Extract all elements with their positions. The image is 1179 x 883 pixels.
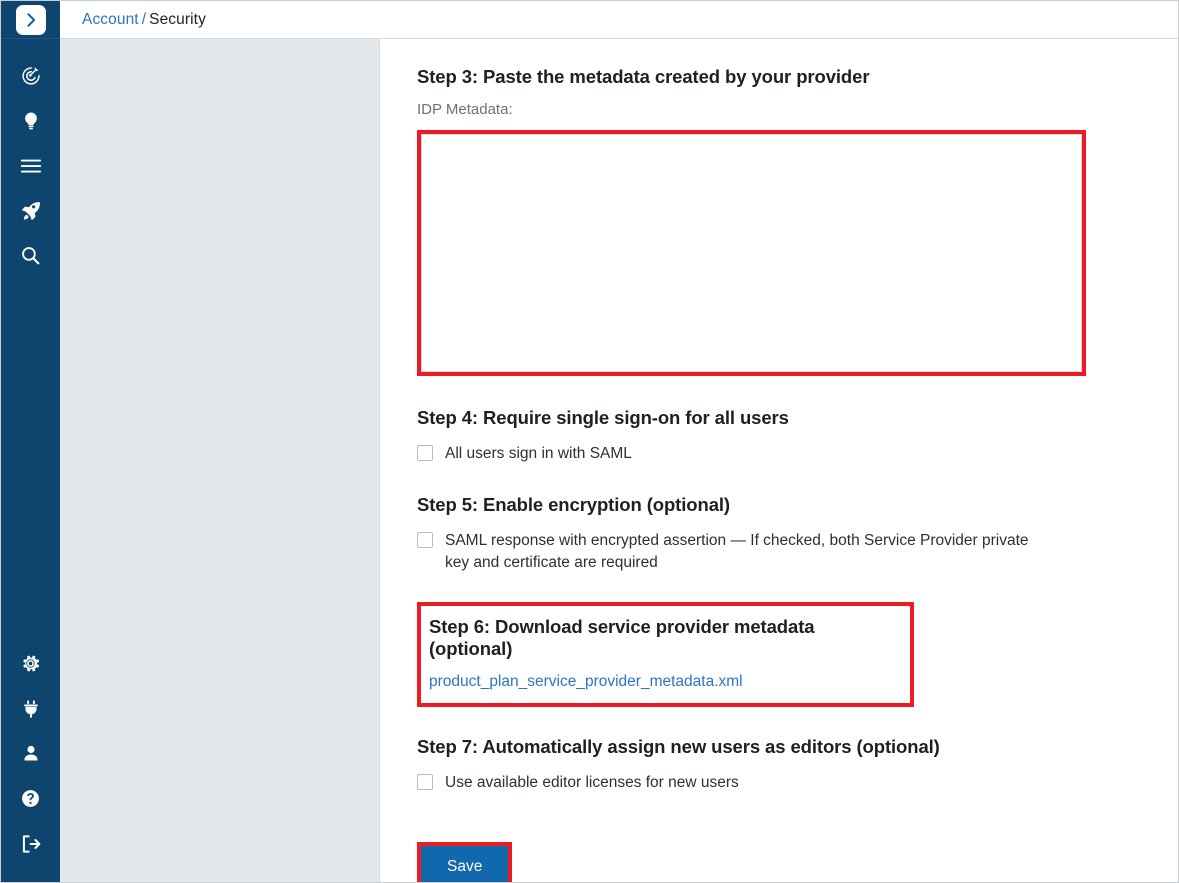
breadcrumb-current: Security <box>149 10 206 28</box>
sidebar-item-releases[interactable] <box>9 188 53 233</box>
editor-licenses-checkbox[interactable] <box>417 774 433 790</box>
sidebar-item-search[interactable] <box>9 233 53 278</box>
all-users-saml-checkbox[interactable] <box>417 445 433 461</box>
help-icon <box>20 788 41 809</box>
lightbulb-icon <box>21 110 41 132</box>
step-4-section: Step 4: Require single sign-on for all u… <box>417 407 1178 465</box>
app-window: Account / Security Step 3: Paste the metad… <box>0 0 1179 883</box>
primary-sidebar <box>1 1 60 882</box>
saml-required-row: All users sign in with SAML <box>417 443 1178 465</box>
step-5-section: Step 5: Enable encryption (optional) SAM… <box>417 494 1178 574</box>
idp-metadata-input[interactable] <box>421 134 1082 372</box>
step-5-title: Step 5: Enable encryption (optional) <box>417 494 730 515</box>
sidebar-item-backlog[interactable] <box>9 143 53 188</box>
secondary-panel <box>60 39 380 882</box>
sidebar-top-nav <box>9 53 53 278</box>
sidebar-bottom-nav <box>9 641 53 866</box>
save-annotation-box: Save <box>417 842 513 882</box>
all-users-saml-label: All users sign in with SAML <box>445 445 632 462</box>
editor-licenses-row: Use available editor licenses for new us… <box>417 772 1178 794</box>
sidebar-item-help[interactable] <box>9 776 53 821</box>
step-3-title: Step 3: Paste the metadata created by yo… <box>417 66 870 87</box>
step-4-title: Step 4: Require single sign-on for all u… <box>417 407 789 428</box>
idp-metadata-label: IDP Metadata: <box>417 101 513 118</box>
chevron-right-icon <box>23 12 39 28</box>
sidebar-item-integrations[interactable] <box>9 686 53 731</box>
idp-metadata-annotation-box <box>417 130 1086 376</box>
target-icon <box>20 65 42 87</box>
breadcrumb: Account / Security <box>82 11 206 29</box>
sp-metadata-download-link[interactable]: product_plan_service_provider_metadata.x… <box>429 673 743 691</box>
sidebar-item-settings[interactable] <box>9 641 53 686</box>
list-icon <box>20 157 42 175</box>
sidebar-item-signout[interactable] <box>9 821 53 866</box>
step-6-annotation-box: Step 6: Download service provider metada… <box>417 602 914 707</box>
breadcrumb-separator: / <box>141 10 147 28</box>
editor-licenses-label: Use available editor licenses for new us… <box>445 774 739 791</box>
sidebar-item-profile[interactable] <box>9 731 53 776</box>
step-7-title: Step 7: Automatically assign new users a… <box>417 736 940 757</box>
encrypted-assertion-checkbox[interactable] <box>417 532 433 548</box>
main-content: Step 3: Paste the metadata created by yo… <box>381 39 1178 882</box>
sidebar-item-goals[interactable] <box>9 53 53 98</box>
step-7-section: Step 7: Automatically assign new users a… <box>417 736 1178 794</box>
step-6-title: Step 6: Download service provider metada… <box>429 616 815 659</box>
search-icon <box>20 245 41 266</box>
rocket-icon <box>20 200 42 222</box>
plug-icon <box>21 698 41 720</box>
logout-icon <box>20 834 42 854</box>
encrypted-assertion-label: SAML response with encrypted assertion —… <box>445 532 1029 571</box>
breadcrumb-account-link[interactable]: Account <box>82 11 139 28</box>
encryption-row: SAML response with encrypted assertion —… <box>417 530 1178 574</box>
user-icon <box>21 743 41 764</box>
gear-icon <box>20 653 41 674</box>
sidebar-header <box>1 1 60 39</box>
step-3-section: Step 3: Paste the metadata created by yo… <box>417 66 1178 377</box>
expand-sidebar-button[interactable] <box>15 4 46 35</box>
save-button[interactable]: Save <box>421 846 509 882</box>
sidebar-item-ideas[interactable] <box>9 98 53 143</box>
top-bar: Account / Security <box>60 1 1178 39</box>
